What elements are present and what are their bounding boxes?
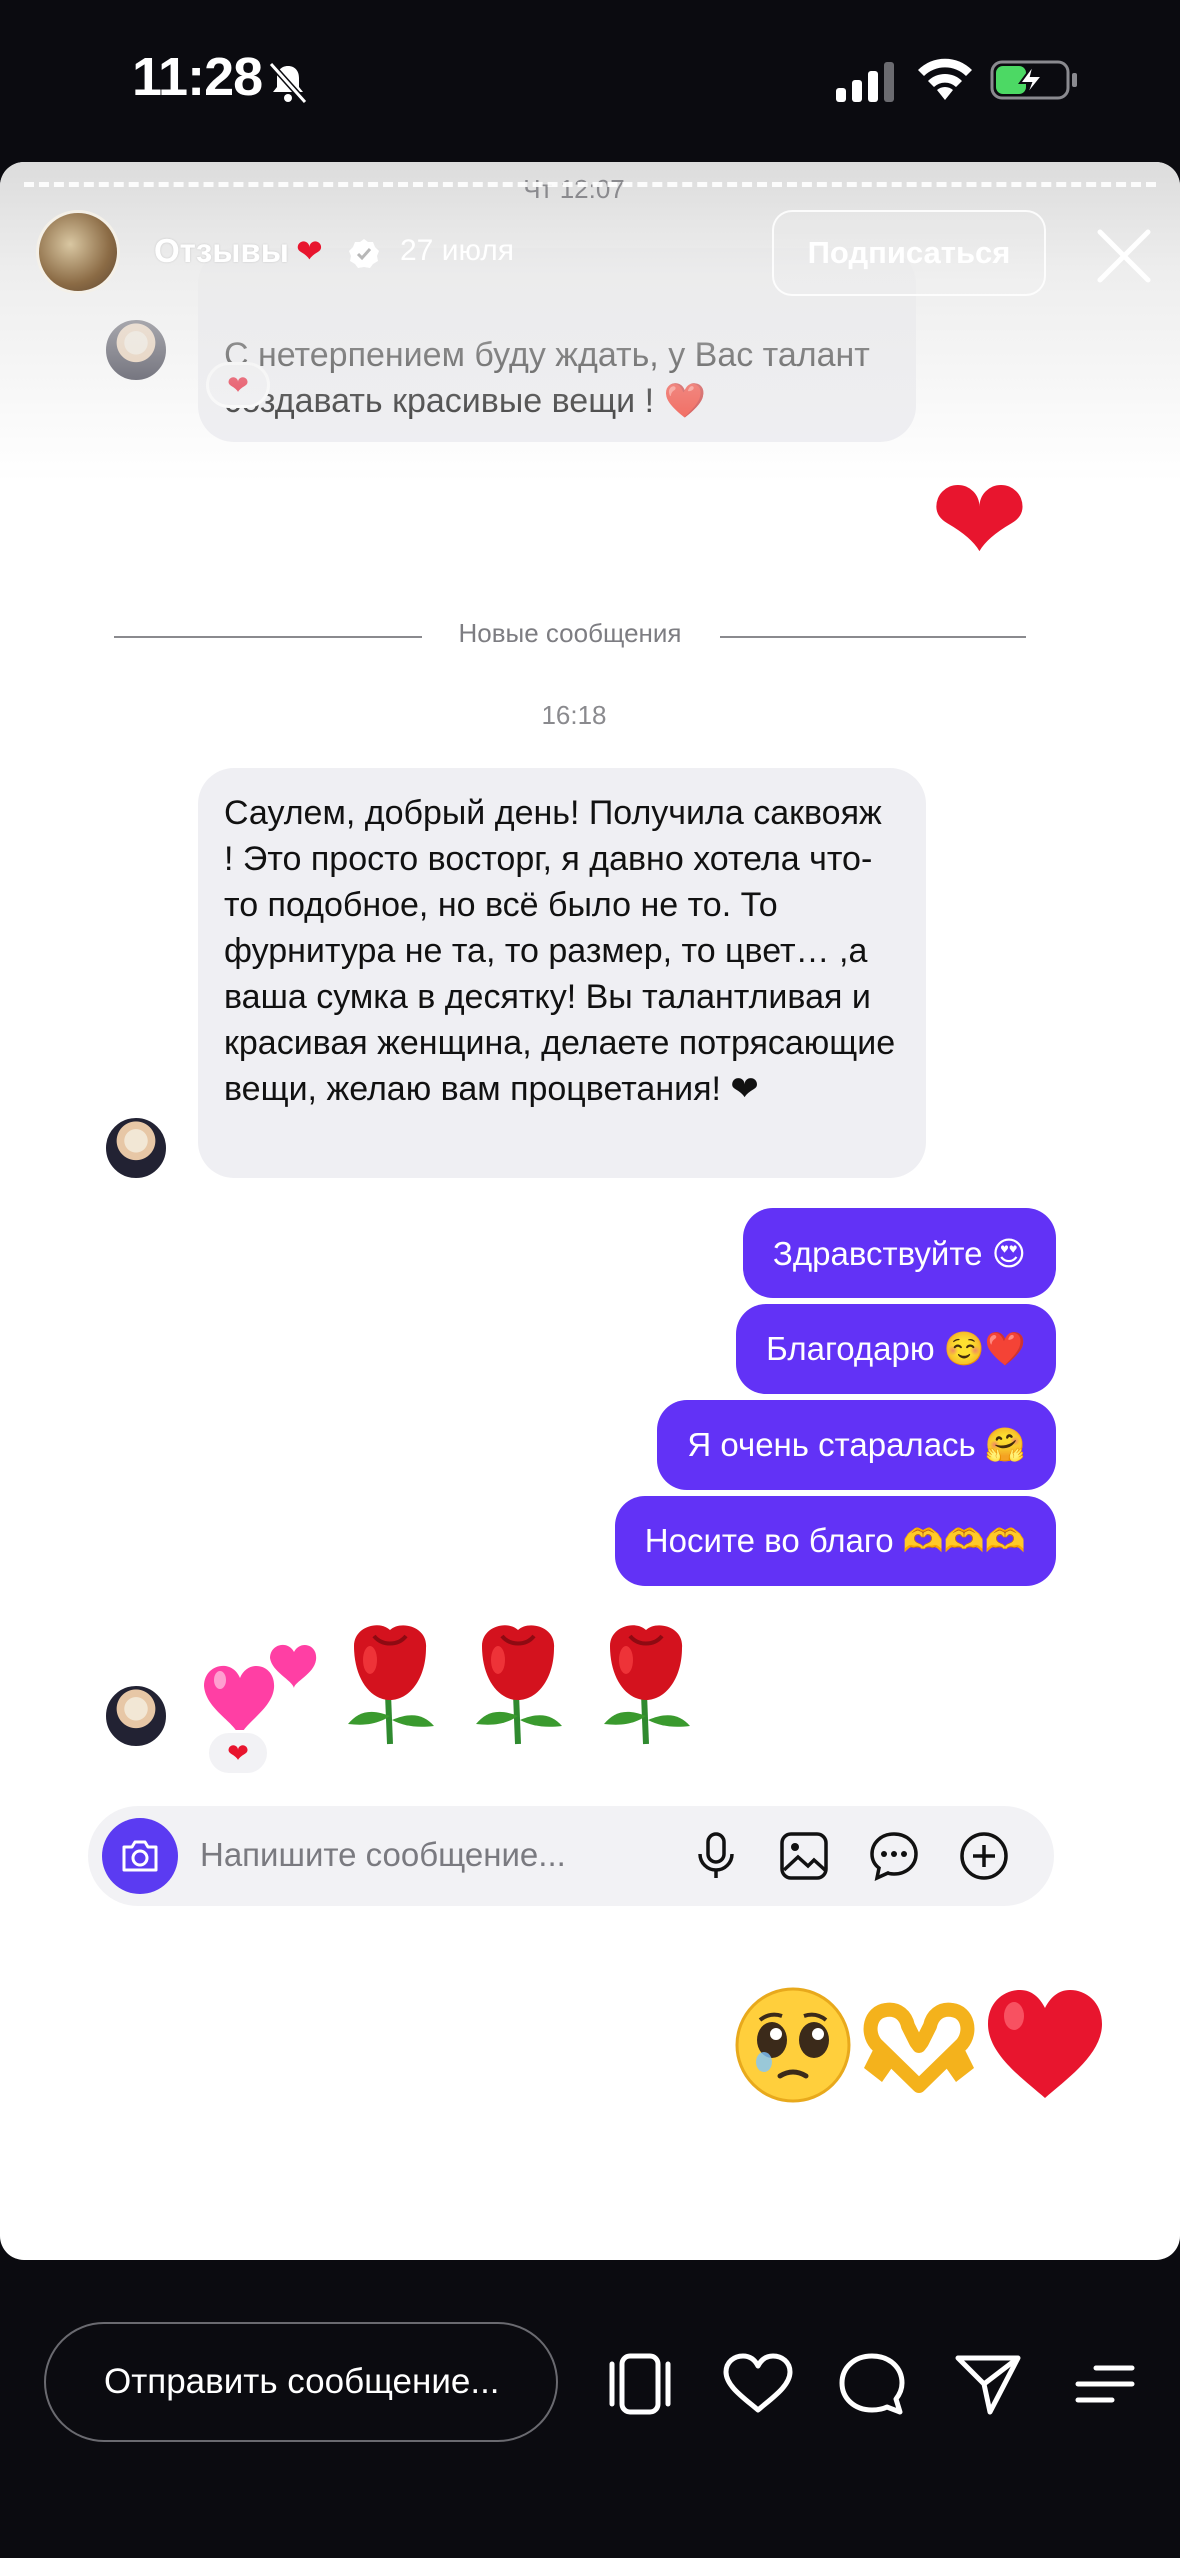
message-composer: Напишите сообщение... — [88, 1806, 1054, 1906]
emoji-sticker-row — [730, 1982, 1108, 2122]
chat-screenshot: Чт 12:07 С нетерпением буду ждать, у Вас… — [72, 162, 1076, 1982]
rose-emoji — [604, 1625, 690, 1745]
incoming-message: Саулем, добрый день! Получила саквояж ! … — [198, 768, 926, 1178]
story-card[interactable]: Чт 12:07 С нетерпением буду ждать, у Вас… — [0, 162, 1180, 2260]
heart-emoji: ❤ — [296, 233, 323, 269]
reply-input[interactable]: Отправить сообщение... — [44, 2322, 558, 2442]
sticker-chat-icon — [870, 1832, 918, 1882]
outgoing-message: Носите во благо 🫶🫶🫶 — [614, 1496, 1056, 1586]
story-reply-bar: Отправить сообщение... — [0, 2260, 1180, 2558]
outgoing-message: Здравствуйте 😍 — [742, 1208, 1056, 1298]
rose-emoji — [476, 1625, 562, 1745]
composer-placeholder: Напишите сообщение... — [200, 1836, 566, 1873]
new-messages-label: Новые сообщения — [458, 618, 682, 648]
signal-icon — [836, 62, 894, 102]
heart-reaction: ❤ — [206, 1730, 270, 1776]
pleading-face-emoji — [735, 1987, 851, 2103]
status-time: 11:28 — [132, 47, 263, 107]
story-account-avatar[interactable] — [36, 210, 120, 294]
verified-badge-icon — [349, 239, 379, 268]
camera-icon — [122, 1840, 158, 1872]
rose-emoji — [348, 1625, 434, 1745]
cards-icon[interactable] — [604, 2352, 676, 2416]
share-send-icon[interactable] — [952, 2352, 1024, 2416]
status-bar: 11:28 — [0, 0, 1180, 160]
heart-hands-emoji — [863, 2002, 975, 2093]
bell-muted-icon — [268, 61, 308, 105]
sender-avatar — [104, 1116, 168, 1180]
story-header: Отзывы ❤ 27 июля Подписаться — [0, 206, 1180, 316]
story-account-name[interactable]: Отзывы — [154, 232, 289, 270]
heart-emoji-message: ❤ — [930, 455, 1029, 587]
battery-charging-icon — [990, 60, 1077, 100]
pink-hearts-emoji — [204, 1644, 317, 1738]
red-heart-emoji — [988, 1990, 1102, 2098]
follow-button[interactable]: Подписаться — [772, 210, 1046, 296]
add-icon — [960, 1832, 1008, 1880]
chat-timestamp: Чт 12:07 — [523, 174, 625, 204]
new-messages-divider: Новые сообщения — [114, 616, 1026, 656]
sender-avatar — [104, 1684, 168, 1748]
menu-icon[interactable] — [1068, 2352, 1140, 2416]
wifi-icon — [918, 58, 972, 100]
chat-timestamp: 16:18 — [541, 700, 607, 730]
microphone-icon — [698, 1832, 734, 1878]
story-progress-bar — [24, 182, 1156, 188]
outgoing-message: Я очень старалась 🤗 — [657, 1400, 1056, 1490]
like-heart-icon[interactable] — [722, 2352, 794, 2416]
heart-reaction: ❤ — [206, 362, 270, 408]
outgoing-message: Благодарю ☺️❤️ — [736, 1304, 1056, 1394]
story-date: 27 июля — [400, 234, 515, 267]
comment-icon[interactable] — [836, 2352, 908, 2416]
close-icon[interactable] — [1092, 224, 1156, 288]
gallery-icon — [780, 1832, 828, 1880]
sender-avatar — [104, 318, 168, 382]
camera-button — [102, 1818, 178, 1894]
